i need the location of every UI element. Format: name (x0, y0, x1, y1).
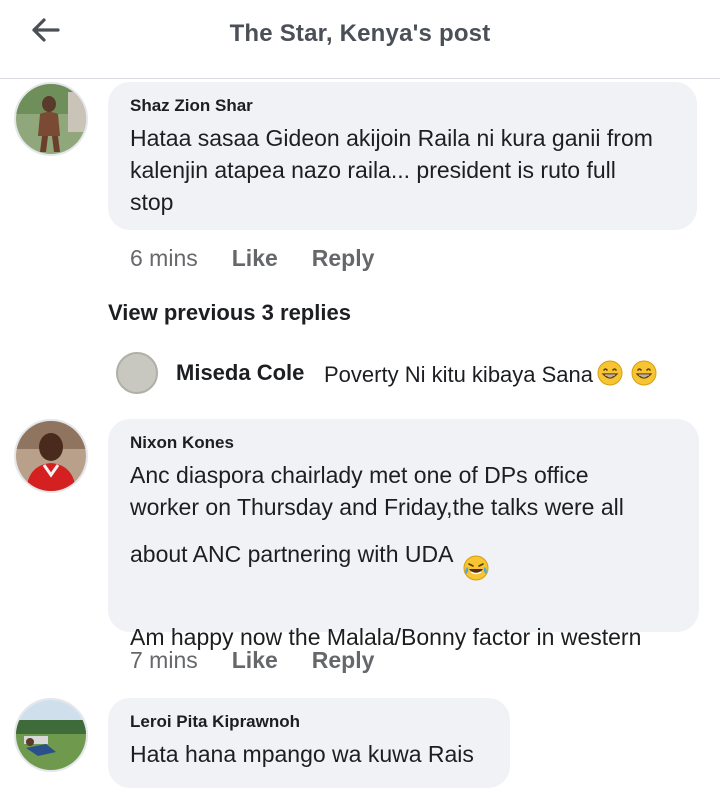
comment-text-row: Anc diaspora chairlady met one of DPs of… (130, 459, 677, 589)
comment-time[interactable]: 6 mins (130, 245, 198, 271)
comment-author[interactable]: Shaz Zion Shar (130, 96, 675, 116)
comment-bubble: Nixon Kones Anc diaspora chairlady met o… (108, 419, 699, 650)
comment-meta: 6 mins Like Reply (130, 245, 408, 272)
reply-button[interactable]: Reply (312, 647, 375, 673)
page-title: The Star, Kenya's post (229, 20, 491, 47)
reply-text-row: Poverty Ni kitu kibaya Sana (324, 360, 657, 392)
avatar[interactable] (14, 698, 88, 772)
avatar[interactable] (14, 82, 88, 156)
comment-text: Hataa sasaa Gideon akijoin Raila ni kura… (130, 125, 653, 215)
avatar[interactable] (116, 352, 158, 394)
like-button[interactable]: Like (232, 245, 278, 271)
comment-author[interactable]: Leroi Pita Kiprawnoh (130, 712, 488, 732)
reply-button[interactable]: Reply (312, 245, 375, 271)
view-previous-replies-link[interactable]: View previous 3 replies (108, 300, 351, 326)
comment-text: Anc diaspora chairlady met one of DPs of… (130, 462, 624, 568)
like-button[interactable]: Like (232, 647, 278, 673)
comment-text: Hata hana mpango wa kuwa Rais (130, 741, 474, 767)
reply-author[interactable]: Miseda Cole (176, 360, 304, 386)
comment-time[interactable]: 7 mins (130, 647, 198, 673)
avatar[interactable] (14, 419, 88, 493)
tears-of-joy-emoji-icon (463, 523, 489, 589)
comment-bubble: Shaz Zion Shar Hataa sasaa Gideon akijoi… (108, 82, 697, 230)
post-header: The Star, Kenya's post (0, 0, 720, 79)
comment-bubble: Leroi Pita Kiprawnoh Hata hana mpango wa… (108, 698, 510, 788)
grinning-emoji-icon (597, 360, 623, 392)
comment-meta: 7 mins Like Reply (130, 647, 408, 674)
grinning-emoji-icon (631, 360, 657, 392)
comment-author[interactable]: Nixon Kones (130, 433, 677, 453)
reply-text: Poverty Ni kitu kibaya Sana (324, 361, 594, 387)
